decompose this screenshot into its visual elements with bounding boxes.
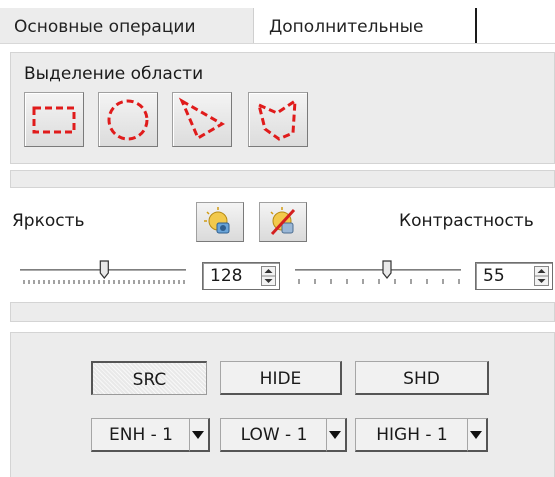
tab-main-operations-label: Основные операции xyxy=(14,17,196,37)
contrast-slider[interactable] xyxy=(293,255,465,285)
enh-dropdown[interactable]: ENH - 1 xyxy=(91,418,210,452)
src-button[interactable]: SRC xyxy=(91,361,207,395)
reset-adjust-icon xyxy=(270,207,296,236)
contrast-value[interactable]: 55 xyxy=(483,266,505,286)
select-polygon-button[interactable] xyxy=(248,92,308,147)
shd-button[interactable]: SHD xyxy=(355,361,489,395)
dashed-circle-icon xyxy=(107,99,149,141)
selection-label: Выделение области xyxy=(24,64,204,84)
low-dropdown[interactable]: LOW - 1 xyxy=(220,418,347,452)
spin-arrows-icon xyxy=(261,266,276,286)
modes-panel xyxy=(10,332,555,477)
separator-strip-2 xyxy=(10,302,555,322)
low-dropdown-arrow[interactable] xyxy=(326,418,347,452)
low-dropdown-label[interactable]: LOW - 1 xyxy=(220,418,329,452)
separator-strip xyxy=(10,170,555,188)
dashed-rectangle-icon xyxy=(32,106,76,134)
dashed-polygon-icon xyxy=(256,98,297,141)
brightness-slider[interactable] xyxy=(18,255,190,285)
high-dropdown[interactable]: HIGH - 1 xyxy=(355,418,488,452)
dropdown-arrow-icon xyxy=(192,431,204,439)
auto-adjust-button[interactable] xyxy=(196,202,244,242)
contrast-label: Контрастность xyxy=(399,211,534,231)
auto-adjust-icon xyxy=(204,207,230,234)
spin-arrows-icon xyxy=(534,266,549,286)
contrast-slider-handle[interactable] xyxy=(382,260,392,279)
brightness-spin-arrows[interactable] xyxy=(261,266,276,286)
high-dropdown-label[interactable]: HIGH - 1 xyxy=(355,418,470,452)
hide-button[interactable]: HIDE xyxy=(220,361,342,395)
brightness-value[interactable]: 128 xyxy=(210,266,242,286)
select-triangle-button[interactable] xyxy=(172,92,232,147)
select-ellipse-button[interactable] xyxy=(98,92,158,147)
brightness-spinbox[interactable]: 128 xyxy=(202,262,280,290)
brightness-slider-handle[interactable] xyxy=(99,260,109,279)
tab-additional-label: Дополнительные xyxy=(269,17,424,37)
tab-main-operations[interactable]: Основные операции xyxy=(0,8,254,44)
dashed-triangle-icon xyxy=(178,97,225,141)
tab-underline xyxy=(0,43,555,44)
contrast-spin-arrows[interactable] xyxy=(534,266,549,286)
dropdown-arrow-icon xyxy=(470,431,482,439)
reset-adjust-button[interactable] xyxy=(259,202,307,242)
high-dropdown-arrow[interactable] xyxy=(467,418,488,452)
contrast-spinbox[interactable]: 55 xyxy=(475,262,553,290)
contrast-slider-track xyxy=(295,260,461,284)
select-rectangle-button[interactable] xyxy=(24,92,84,147)
enh-dropdown-arrow[interactable] xyxy=(189,418,210,452)
dropdown-arrow-icon xyxy=(329,431,341,439)
tab-additional[interactable]: Дополнительные xyxy=(254,8,477,44)
enh-dropdown-label[interactable]: ENH - 1 xyxy=(91,418,192,452)
brightness-slider-track xyxy=(20,260,186,284)
brightness-label: Яркость xyxy=(12,211,85,231)
